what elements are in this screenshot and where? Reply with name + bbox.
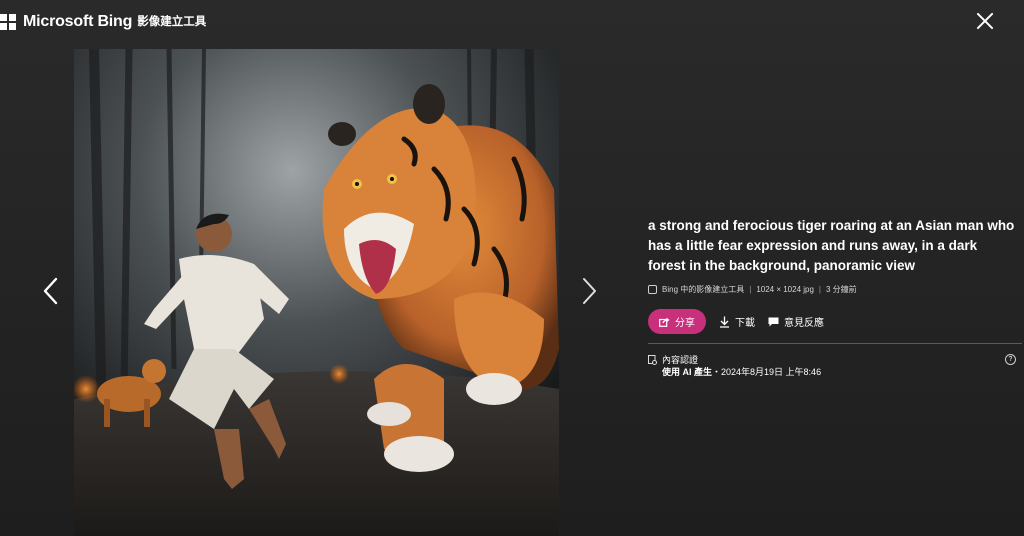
credential-title: 內容認證 <box>662 355 699 365</box>
meta-source: Bing 中的影像建立工具 <box>662 285 745 294</box>
credential-prefix: 使用 AI 產生 <box>662 367 713 377</box>
divider <box>648 343 1022 344</box>
chevron-right-icon[interactable] <box>578 276 600 306</box>
brand-name: Microsoft Bing <box>23 13 133 30</box>
download-label: 下載 <box>735 318 755 329</box>
meta-dimensions: 1024 × 1024 jpg <box>756 285 814 294</box>
close-icon[interactable] <box>974 10 996 32</box>
image-details-panel: a strong and ferocious tiger roaring at … <box>648 216 1024 378</box>
help-icon[interactable]: ? <box>1005 354 1016 365</box>
action-bar: 分享 下載 意見反應 <box>648 309 1024 334</box>
credential-date: ・2024年8月19日 上午8:46 <box>712 367 822 377</box>
image-prompt: a strong and ferocious tiger roaring at … <box>648 218 1015 273</box>
meta-time: 3 分鐘前 <box>826 285 857 294</box>
generated-image[interactable] <box>74 49 559 536</box>
brand-logo[interactable]: Microsoft Bing 影像建立工具 <box>0 13 206 31</box>
download-button[interactable]: 下載 <box>719 314 755 329</box>
content-credentials: 內容認證 使用 AI 產生・2024年8月19日 上午8:46 ? <box>648 354 1024 378</box>
content-credentials-icon <box>648 355 657 365</box>
share-icon <box>659 317 670 327</box>
top-bar: Microsoft Bing 影像建立工具 <box>0 0 1024 44</box>
image-meta: Bing 中的影像建立工具 | 1024 × 1024 jpg | 3 分鐘前 <box>648 284 1024 295</box>
meta-separator: | <box>749 285 752 294</box>
chevron-left-icon[interactable] <box>40 276 62 306</box>
credential-info: 使用 AI 產生・2024年8月19日 上午8:46 <box>662 366 821 378</box>
product-name: 影像建立工具 <box>137 15 207 28</box>
share-button[interactable]: 分享 <box>648 309 706 334</box>
feedback-icon <box>768 317 779 326</box>
share-label: 分享 <box>675 318 695 329</box>
image-creator-icon <box>648 285 657 294</box>
feedback-label: 意見反應 <box>784 318 824 329</box>
feedback-button[interactable]: 意見反應 <box>768 314 824 329</box>
meta-separator: | <box>818 285 821 294</box>
download-icon <box>720 316 729 328</box>
microsoft-logo-icon <box>0 14 16 30</box>
